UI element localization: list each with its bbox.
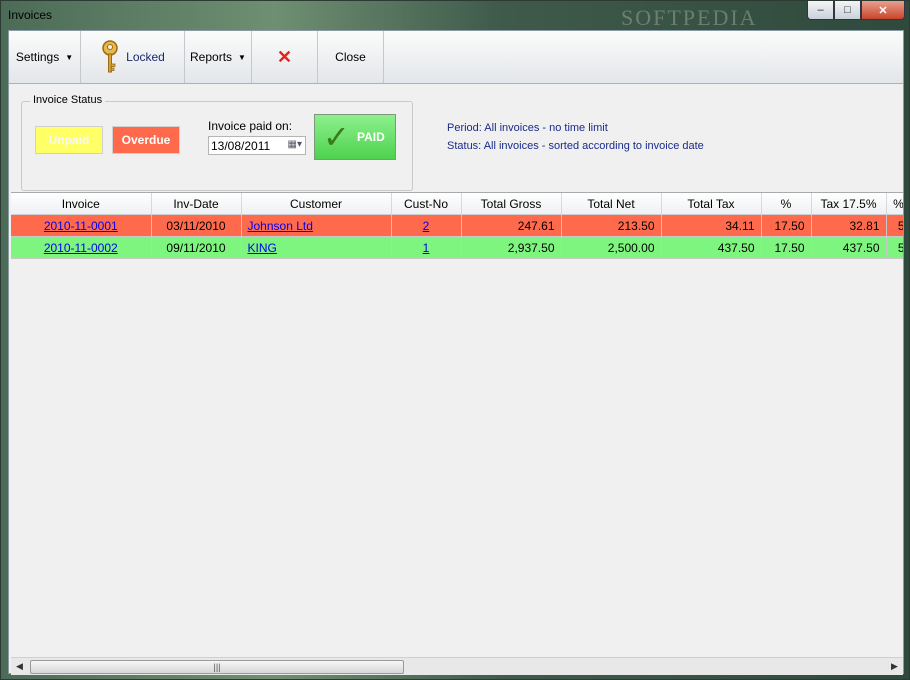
status-info: Status: All invoices - sorted according … [447, 140, 704, 152]
extra-cell: 5 [886, 236, 903, 259]
paid-label: PAID [357, 130, 385, 144]
title-bar[interactable]: Invoices SOFTPEDIA – □ ✕ [1, 1, 909, 30]
locked-button[interactable]: Locked [81, 31, 185, 83]
cust-no-link[interactable]: 2 [423, 219, 430, 233]
reports-menu-button[interactable]: Reports ▼ [185, 31, 252, 83]
window-controls: – □ ✕ [807, 1, 905, 20]
window-title: Invoices [8, 8, 53, 22]
table-row[interactable]: 2010-11-0001 03/11/2010 Johnson Ltd 2 24… [11, 214, 903, 237]
settings-menu-button[interactable]: Settings ▼ [9, 31, 81, 83]
scrollbar-thumb[interactable]: ||| [30, 660, 404, 674]
column-header[interactable]: Total Tax [661, 193, 762, 215]
settings-label: Settings [15, 50, 60, 64]
maximize-button[interactable]: □ [834, 1, 861, 20]
column-header[interactable]: Inv-Date [151, 193, 242, 215]
table-row[interactable]: 2010-11-0002 09/11/2010 KING 1 2,937.50 … [11, 236, 903, 259]
minimize-icon: – [817, 4, 824, 16]
delete-button[interactable]: ✕ [252, 31, 318, 83]
column-header[interactable]: % [886, 193, 903, 215]
watermark: SOFTPEDIA [621, 5, 758, 30]
percent-cell: 17.50 [761, 214, 812, 237]
customer-link[interactable]: KING [248, 241, 277, 255]
invoices-window: Invoices SOFTPEDIA – □ ✕ Settings ▼ Locke… [0, 0, 910, 680]
grip-icon: ||| [213, 662, 221, 672]
overdue-label: Overdue [121, 133, 171, 147]
tax-175-cell: 32.81 [811, 214, 887, 237]
period-info: Period: All invoices - no time limit [447, 122, 608, 134]
total-tax-cell: 437.50 [661, 236, 762, 259]
invoice-status-group: Invoice Status Unpaid Overdue Invoice pa… [21, 94, 413, 191]
invoice-table: Invoice Inv-Date Customer Cust-No Total … [11, 193, 903, 259]
total-tax-cell: 34.11 [661, 214, 762, 237]
chevron-down-icon: ▼ [65, 52, 74, 62]
close-label: Close [335, 50, 366, 64]
scroll-left-icon[interactable]: ◀ [11, 658, 28, 675]
maximize-icon: □ [844, 4, 851, 16]
paid-on-date-picker[interactable]: 13/08/2011 ▦▾ [208, 136, 306, 155]
extra-cell: 5 [886, 214, 903, 237]
mark-paid-button[interactable]: ✓ PAID [314, 114, 396, 160]
unpaid-filter-button[interactable]: Unpaid [35, 126, 103, 154]
calendar-dropdown-icon[interactable]: ▦▾ [288, 139, 302, 150]
reports-label: Reports [190, 50, 233, 64]
close-icon: ✕ [878, 4, 888, 17]
paid-on-label: Invoice paid on: [208, 119, 293, 133]
chevron-down-icon: ▼ [238, 52, 246, 62]
invoice-link[interactable]: 2010-11-0001 [44, 219, 118, 233]
percent-cell: 17.50 [761, 236, 812, 259]
table-header-row: Invoice Inv-Date Customer Cust-No Total … [11, 193, 903, 215]
close-button[interactable]: Close [318, 31, 384, 83]
total-gross-cell: 2,937.50 [461, 236, 562, 259]
scroll-right-icon[interactable]: ▶ [886, 658, 903, 675]
column-header[interactable]: Total Gross [461, 193, 562, 215]
inv-date-cell: 09/11/2010 [151, 236, 242, 259]
overdue-filter-button[interactable]: Overdue [112, 126, 180, 154]
client-area: Settings ▼ Locked Reports ▼ ✕ Close Invo… [8, 30, 904, 675]
toolbar: Settings ▼ Locked Reports ▼ ✕ Close [9, 31, 903, 84]
tax-175-cell: 437.50 [811, 236, 887, 259]
total-net-cell: 2,500.00 [561, 236, 662, 259]
customer-link[interactable]: Johnson Ltd [248, 219, 313, 233]
column-header[interactable]: % [761, 193, 812, 215]
unpaid-label: Unpaid [48, 133, 90, 147]
x-icon: ✕ [276, 46, 293, 67]
minimize-button[interactable]: – [807, 1, 834, 20]
column-header[interactable]: Customer [241, 193, 392, 215]
inv-date-cell: 03/11/2010 [151, 214, 242, 237]
invoice-grid: Invoice Inv-Date Customer Cust-No Total … [11, 192, 903, 658]
column-header[interactable]: Cust-No [391, 193, 462, 215]
cust-no-link[interactable]: 1 [423, 241, 430, 255]
invoice-status-title: Invoice Status [30, 94, 106, 106]
column-header[interactable]: Total Net [561, 193, 662, 215]
column-header[interactable]: Invoice [11, 193, 152, 215]
column-header[interactable]: Tax 17.5% [811, 193, 887, 215]
key-icon [102, 40, 118, 73]
total-gross-cell: 247.61 [461, 214, 562, 237]
horizontal-scrollbar[interactable]: ◀ ||| ▶ [11, 657, 903, 675]
locked-label: Locked [126, 50, 165, 64]
invoice-link[interactable]: 2010-11-0002 [44, 241, 118, 255]
paid-on-date-value: 13/08/2011 [211, 138, 271, 153]
total-net-cell: 213.50 [561, 214, 662, 237]
checkmark-icon: ✓ [323, 119, 350, 155]
close-window-button[interactable]: ✕ [861, 1, 905, 20]
